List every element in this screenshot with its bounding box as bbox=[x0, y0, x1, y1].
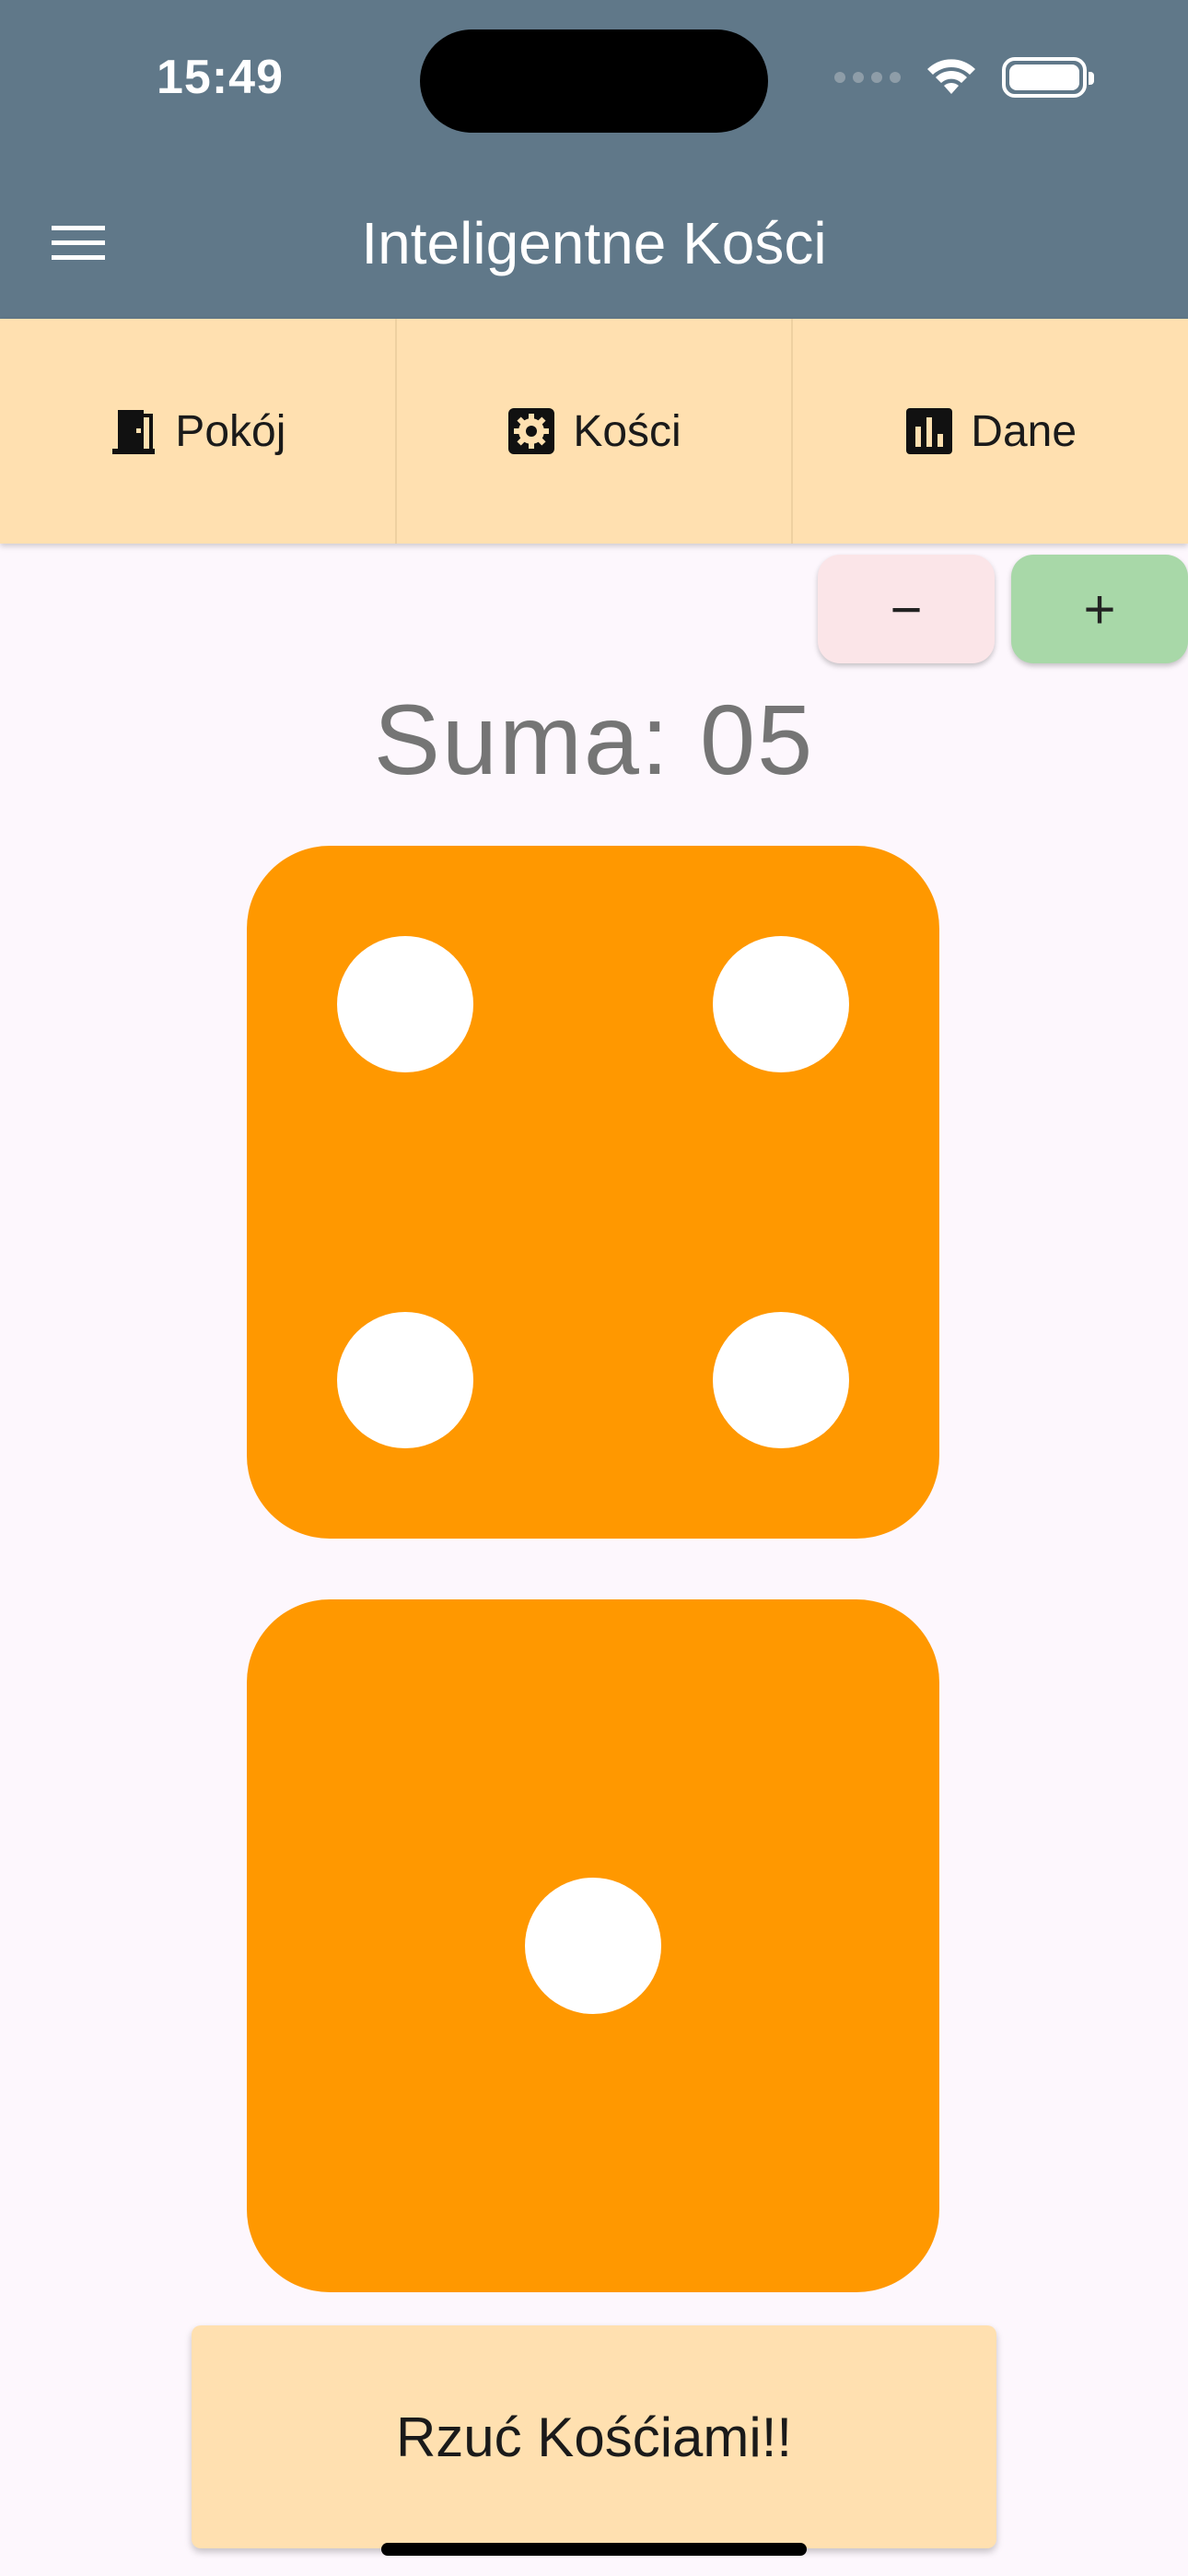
door-icon bbox=[112, 410, 156, 454]
tab-data-label: Dane bbox=[971, 406, 1077, 456]
app-bar: 15:49 Inteligentne Kości bbox=[0, 0, 1188, 319]
tab-room[interactable]: Pokój bbox=[0, 319, 397, 544]
tab-dice[interactable]: Kości bbox=[397, 319, 794, 544]
home-indicator[interactable] bbox=[381, 2543, 807, 2556]
dynamic-island bbox=[420, 29, 768, 133]
tab-bar: Pokój Kości Dane bbox=[0, 319, 1188, 544]
die-pip bbox=[337, 936, 473, 1072]
die-pip bbox=[337, 1312, 473, 1448]
tab-data[interactable]: Dane bbox=[793, 319, 1188, 544]
die-1 bbox=[247, 846, 939, 1539]
die-pip bbox=[713, 1312, 849, 1448]
cellular-signal-icon bbox=[834, 72, 901, 83]
sum-label: Suma: 05 bbox=[373, 684, 815, 795]
remove-die-button[interactable]: − bbox=[818, 555, 995, 663]
status-time: 15:49 bbox=[157, 51, 284, 104]
battery-icon bbox=[1002, 57, 1094, 98]
bar-chart-icon bbox=[906, 408, 953, 454]
tab-dice-label: Kości bbox=[573, 406, 681, 456]
die-2 bbox=[247, 1599, 939, 2292]
status-icons bbox=[834, 57, 1094, 98]
die-pip bbox=[525, 1878, 661, 2014]
add-die-button[interactable]: + bbox=[1011, 555, 1188, 663]
settings-gear-icon bbox=[508, 408, 555, 454]
tab-room-label: Pokój bbox=[175, 406, 286, 456]
roll-dice-button[interactable]: Rzuć Kośćiami!! bbox=[192, 2325, 996, 2548]
app-title: Inteligentne Kości bbox=[361, 210, 827, 276]
die-pip bbox=[713, 936, 849, 1072]
wifi-icon bbox=[927, 59, 975, 94]
